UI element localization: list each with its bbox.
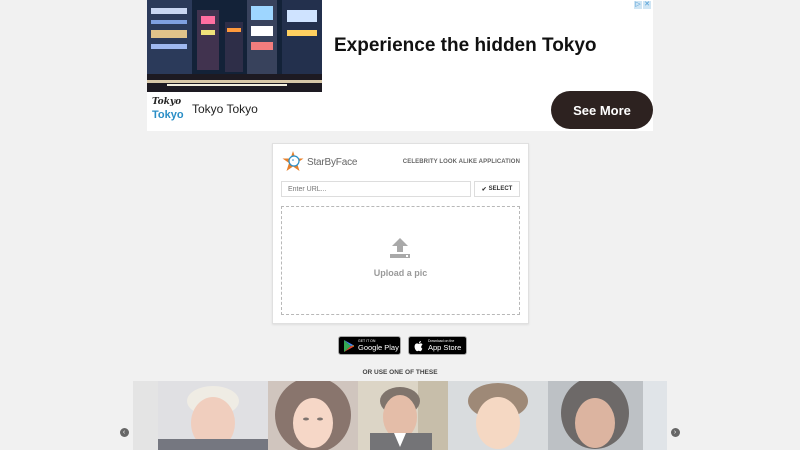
- carousel-fade-overlay: [133, 381, 667, 450]
- google-play-badge[interactable]: GET IT ON Google Play: [338, 336, 401, 355]
- upload-icon: [390, 238, 410, 258]
- select-button[interactable]: ✔ SELECT: [474, 181, 520, 197]
- see-more-button[interactable]: See More: [551, 91, 653, 129]
- ad-logo-line2: Tokyo: [152, 109, 184, 121]
- check-icon: ✔: [481, 186, 487, 193]
- ad-brand-logo: Tokyo Tokyo: [152, 97, 186, 125]
- url-input[interactable]: [281, 181, 471, 197]
- app-store-big-text: App Store: [428, 342, 462, 352]
- app-store-badge[interactable]: Download on the App Store: [408, 336, 467, 355]
- ad-logo-line1: Tokyo: [152, 97, 182, 107]
- city-night-photo: [147, 0, 322, 92]
- app-logo[interactable]: StarByFace: [281, 150, 357, 174]
- ad-brand-name[interactable]: Tokyo Tokyo: [192, 102, 258, 116]
- chevron-right-icon: ›: [670, 428, 680, 437]
- ad-badge[interactable]: ▷ ✕: [634, 1, 651, 9]
- upload-dropzone[interactable]: Upload a pic: [281, 206, 520, 315]
- use-one-of-these-label: OR USE ONE OF THESE: [362, 369, 438, 376]
- ad-banner[interactable]: ▷ ✕ Experience the hidden Tokyo Tokyo To…: [147, 0, 653, 131]
- celebrity-carousel: [133, 381, 667, 450]
- google-play-big-text: Google Play: [358, 342, 399, 352]
- chevron-left-icon: ‹: [119, 428, 129, 437]
- apple-icon: [414, 340, 423, 351]
- adchoices-icon[interactable]: ▷: [634, 1, 642, 9]
- app-name: StarByFace: [307, 156, 358, 168]
- select-button-label: SELECT: [488, 186, 513, 192]
- carousel-prev-button[interactable]: ‹: [117, 424, 131, 438]
- app-tagline: CELEBRITY LOOK ALIKE APPLICATION: [402, 159, 520, 165]
- close-icon[interactable]: ✕: [643, 1, 651, 9]
- ad-headline[interactable]: Experience the hidden Tokyo: [334, 35, 597, 57]
- carousel-next-button[interactable]: ›: [668, 424, 682, 438]
- ad-photo[interactable]: [147, 0, 322, 92]
- app-card: StarByFace CELEBRITY LOOK ALIKE APPLICAT…: [272, 143, 529, 324]
- star-face-icon: [282, 151, 304, 171]
- google-play-icon: [344, 339, 354, 352]
- upload-label: Upload a pic: [373, 268, 428, 278]
